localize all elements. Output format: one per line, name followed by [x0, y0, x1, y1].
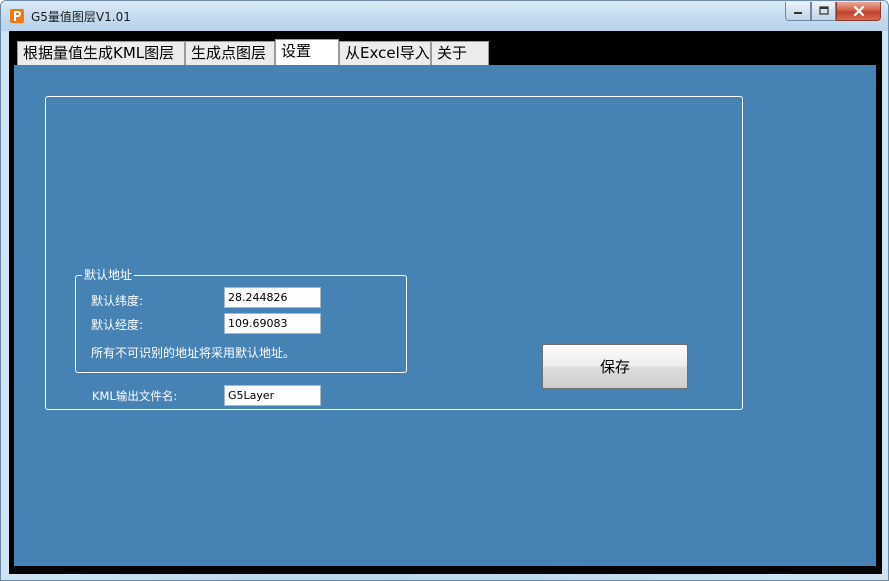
default-longitude-label: 默认经度:: [91, 318, 144, 332]
kml-output-filename-label: KML输出文件名:: [92, 389, 178, 403]
close-button[interactable]: [836, 2, 881, 21]
tab-settings[interactable]: 设置: [275, 39, 339, 65]
maximize-button[interactable]: [811, 2, 836, 21]
minimize-icon: [794, 12, 802, 14]
application-window: G5量值图层V1.01 根据量值生成KML图层 生成点图层 设置 从Excel导…: [0, 0, 889, 581]
close-icon: [853, 5, 864, 17]
window-title: G5量值图层V1.01: [31, 10, 131, 24]
maximize-icon: [818, 6, 829, 15]
default-address-title: 默认地址: [82, 266, 135, 283]
minimize-button[interactable]: [785, 2, 811, 21]
title-bar[interactable]: G5量值图层V1.01: [1, 1, 888, 31]
default-latitude-input[interactable]: [224, 287, 321, 308]
p-logo-icon: [10, 9, 24, 23]
default-longitude-input[interactable]: [224, 313, 321, 334]
tab-generate-kml-layer[interactable]: 根据量值生成KML图层: [17, 41, 185, 65]
default-address-note: 所有不可识别的地址将采用默认地址。: [91, 346, 296, 360]
kml-output-filename-input[interactable]: [224, 385, 321, 406]
save-button[interactable]: 保存: [542, 344, 688, 389]
default-latitude-label: 默认纬度:: [91, 294, 144, 308]
tab-about[interactable]: 关于: [431, 41, 489, 65]
client-area: 根据量值生成KML图层 生成点图层 设置 从Excel导入 关于 默认地址 默认…: [9, 31, 882, 574]
tab-import-excel[interactable]: 从Excel导入: [339, 41, 431, 65]
settings-panel: 默认地址 默认纬度: 默认经度: 所有不可识别的地址将采用默认地址。 KML输出…: [14, 65, 876, 566]
tab-generate-point-layer[interactable]: 生成点图层: [185, 41, 275, 65]
